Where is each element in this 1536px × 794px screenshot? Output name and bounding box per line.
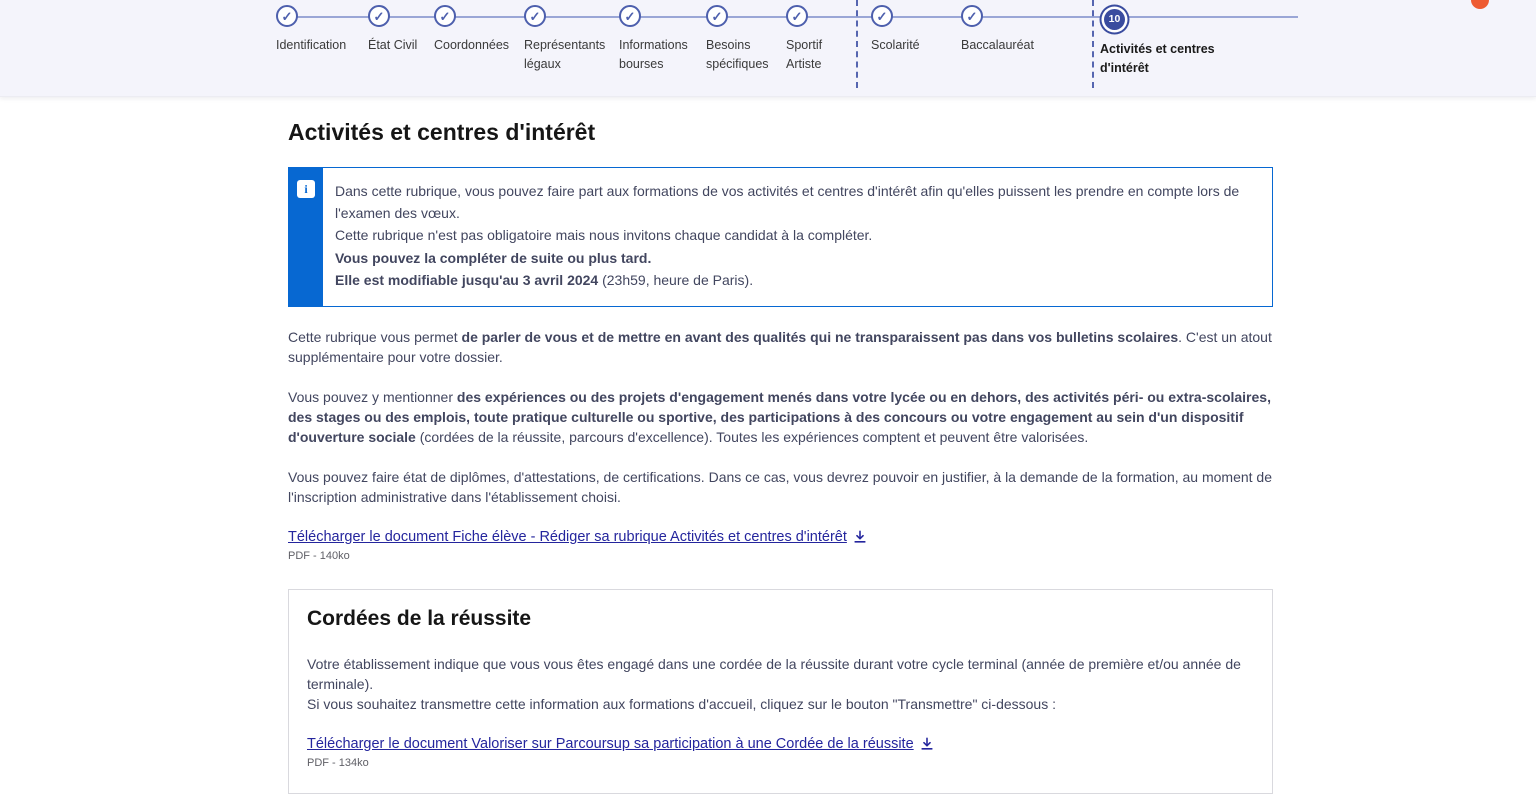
- cordees-body-line-1: Votre établissement indique que vous vou…: [307, 654, 1254, 694]
- info-line-4: Elle est modifiable jusqu'au 3 avril 202…: [335, 270, 1254, 292]
- download-file-meta: PDF - 134ko: [307, 757, 1254, 769]
- stepper-step-activites-centres-interet[interactable]: 10 Activités et centres d'intérêt: [1100, 5, 1215, 78]
- stepper-step-identification[interactable]: ✓ Identification: [276, 5, 366, 55]
- check-icon: ✓: [619, 5, 641, 27]
- check-icon: ✓: [871, 5, 893, 27]
- stepper-strip: ✓ Identification ✓ État Civil ✓ Coordonn…: [0, 0, 1536, 97]
- step-label: Informations bourses: [619, 36, 704, 74]
- download-link-fiche-eleve[interactable]: Télécharger le document Fiche élève - Ré…: [288, 529, 867, 545]
- check-icon: ✓: [961, 5, 983, 27]
- step-label: Représentants légaux: [524, 36, 614, 74]
- intro-paragraph-1: Cette rubrique vous permet de parler de …: [288, 327, 1273, 367]
- stepper-section-divider: [856, 0, 858, 88]
- info-icon: i: [297, 180, 315, 198]
- step-label: Baccalauréat: [961, 36, 1056, 55]
- download-icon: [920, 737, 934, 751]
- step-label: Sportif Artiste: [786, 36, 841, 74]
- page-title: Activités et centres d'intérêt: [288, 119, 1273, 146]
- intro-paragraph-3: Vous pouvez faire état de diplômes, d'at…: [288, 467, 1273, 507]
- main-content: Activités et centres d'intérêt i Dans ce…: [288, 97, 1273, 794]
- check-icon: ✓: [786, 5, 808, 27]
- step-number-badge: 10: [1104, 9, 1125, 30]
- cordees-body-line-2: Si vous souhaitez transmettre cette info…: [307, 694, 1254, 714]
- info-line-1: Dans cette rubrique, vous pouvez faire p…: [335, 181, 1254, 224]
- info-callout-text: Dans cette rubrique, vous pouvez faire p…: [323, 168, 1272, 306]
- check-icon: ✓: [368, 5, 390, 27]
- check-icon: ✓: [524, 5, 546, 27]
- stepper-step-representants-legaux[interactable]: ✓ Représentants légaux: [524, 5, 614, 74]
- info-callout: i Dans cette rubrique, vous pouvez faire…: [288, 167, 1273, 307]
- stepper-step-besoins-specifiques[interactable]: ✓ Besoins spécifiques: [706, 5, 786, 74]
- stepper-step-coordonnees[interactable]: ✓ Coordonnées: [434, 5, 529, 55]
- intro-paragraph-2: Vous pouvez y mentionner des expériences…: [288, 387, 1273, 447]
- stepper-step-informations-bourses[interactable]: ✓ Informations bourses: [619, 5, 704, 74]
- cordees-card-title: Cordées de la réussite: [307, 607, 1254, 631]
- step-label: Identification: [276, 36, 366, 55]
- stepper-step-scolarite[interactable]: ✓ Scolarité: [871, 5, 961, 55]
- step-label: Besoins spécifiques: [706, 36, 786, 74]
- stepper-step-sportif-artiste[interactable]: ✓ Sportif Artiste: [786, 5, 841, 74]
- download-file-meta: PDF - 140ko: [288, 550, 1273, 562]
- step-label: Activités et centres d'intérêt: [1100, 40, 1215, 78]
- info-callout-bar: i: [289, 168, 323, 306]
- info-line-3: Vous pouvez la compléter de suite ou plu…: [335, 248, 1254, 270]
- step-label: Scolarité: [871, 36, 961, 55]
- info-line-2: Cette rubrique n'est pas obligatoire mai…: [335, 225, 1254, 247]
- download-icon: [853, 530, 867, 544]
- notification-badge[interactable]: [1471, 0, 1489, 9]
- stepper-section-divider: [1092, 0, 1094, 88]
- check-icon: ✓: [434, 5, 456, 27]
- check-icon: ✓: [706, 5, 728, 27]
- download-link-valoriser-cordee[interactable]: Télécharger le document Valoriser sur Pa…: [307, 736, 934, 752]
- stepper-step-baccalaureat[interactable]: ✓ Baccalauréat: [961, 5, 1056, 55]
- cordees-card-body: Votre établissement indique que vous vou…: [307, 654, 1254, 714]
- step-label: Coordonnées: [434, 36, 529, 55]
- check-icon: ✓: [276, 5, 298, 27]
- cordees-card: Cordées de la réussite Votre établisseme…: [288, 589, 1273, 794]
